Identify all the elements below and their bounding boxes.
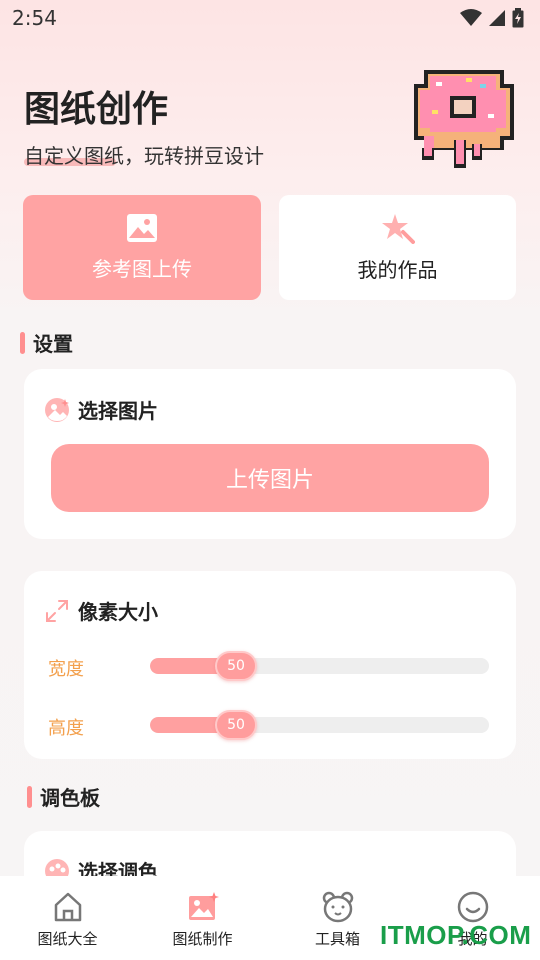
status-bar: 2:54 xyxy=(0,0,540,36)
height-slider-row: 高度 50 xyxy=(48,710,493,740)
palette-section-title: 调色板 xyxy=(40,786,100,810)
settings-section-title: 设置 xyxy=(33,332,73,356)
page-title: 图纸创作 xyxy=(24,89,169,130)
height-label: 高度 xyxy=(48,718,84,739)
nav-label-drawing-library: 图纸大全 xyxy=(37,930,98,948)
pixel-donut-icon xyxy=(414,70,514,168)
pixel-size-header: 像素大小 xyxy=(44,596,158,625)
star-icon xyxy=(381,214,415,244)
signal-icon xyxy=(489,10,505,26)
width-slider-track[interactable] xyxy=(150,658,489,674)
image-icon xyxy=(127,214,157,242)
home-icon xyxy=(54,892,81,922)
select-image-panel: 选择图片 上传图片 xyxy=(24,369,516,539)
width-label: 宽度 xyxy=(48,659,84,680)
height-slider-track[interactable] xyxy=(150,717,489,733)
select-image-header: 选择图片 xyxy=(44,395,158,424)
page-subtitle: 自定义图纸，玩转拼豆设计 xyxy=(24,144,264,168)
height-slider-thumb[interactable]: 50 xyxy=(215,710,257,740)
nav-label-toolbox: 工具箱 xyxy=(314,930,360,948)
select-image-title: 选择图片 xyxy=(78,399,158,423)
reference-upload-label: 参考图上传 xyxy=(92,257,192,281)
photo-sparkle-icon xyxy=(45,397,69,422)
status-icons xyxy=(460,8,524,28)
status-time: 2:54 xyxy=(12,6,57,30)
my-works-label: 我的作品 xyxy=(357,258,438,282)
upload-image-button[interactable]: 上传图片 xyxy=(51,444,489,512)
my-works-card[interactable]: 我的作品 xyxy=(279,195,516,300)
bear-icon xyxy=(322,891,353,923)
battery-icon xyxy=(512,8,524,28)
reference-upload-card[interactable]: 参考图上传 xyxy=(23,195,261,300)
settings-section-header: 设置 xyxy=(20,328,73,357)
nav-item-drawing-create[interactable]: 图纸制作 xyxy=(135,876,270,960)
pixel-size-title: 像素大小 xyxy=(78,600,158,624)
expand-icon xyxy=(46,599,68,622)
image-create-icon xyxy=(188,892,219,920)
watermark: ITMOP.COM xyxy=(380,920,532,950)
wifi-icon xyxy=(460,9,482,26)
nav-label-drawing-create: 图纸制作 xyxy=(172,930,233,948)
section-accent-bar xyxy=(27,785,32,808)
pixel-size-panel: 像素大小 宽度 50 高度 50 xyxy=(24,571,516,759)
smiley-icon xyxy=(457,891,488,923)
nav-item-drawing-library[interactable]: 图纸大全 xyxy=(0,876,135,960)
section-accent-bar xyxy=(20,331,25,354)
width-slider-row: 宽度 50 xyxy=(48,651,493,681)
width-slider-thumb[interactable]: 50 xyxy=(215,651,257,681)
palette-section-header: 调色板 xyxy=(27,782,100,811)
